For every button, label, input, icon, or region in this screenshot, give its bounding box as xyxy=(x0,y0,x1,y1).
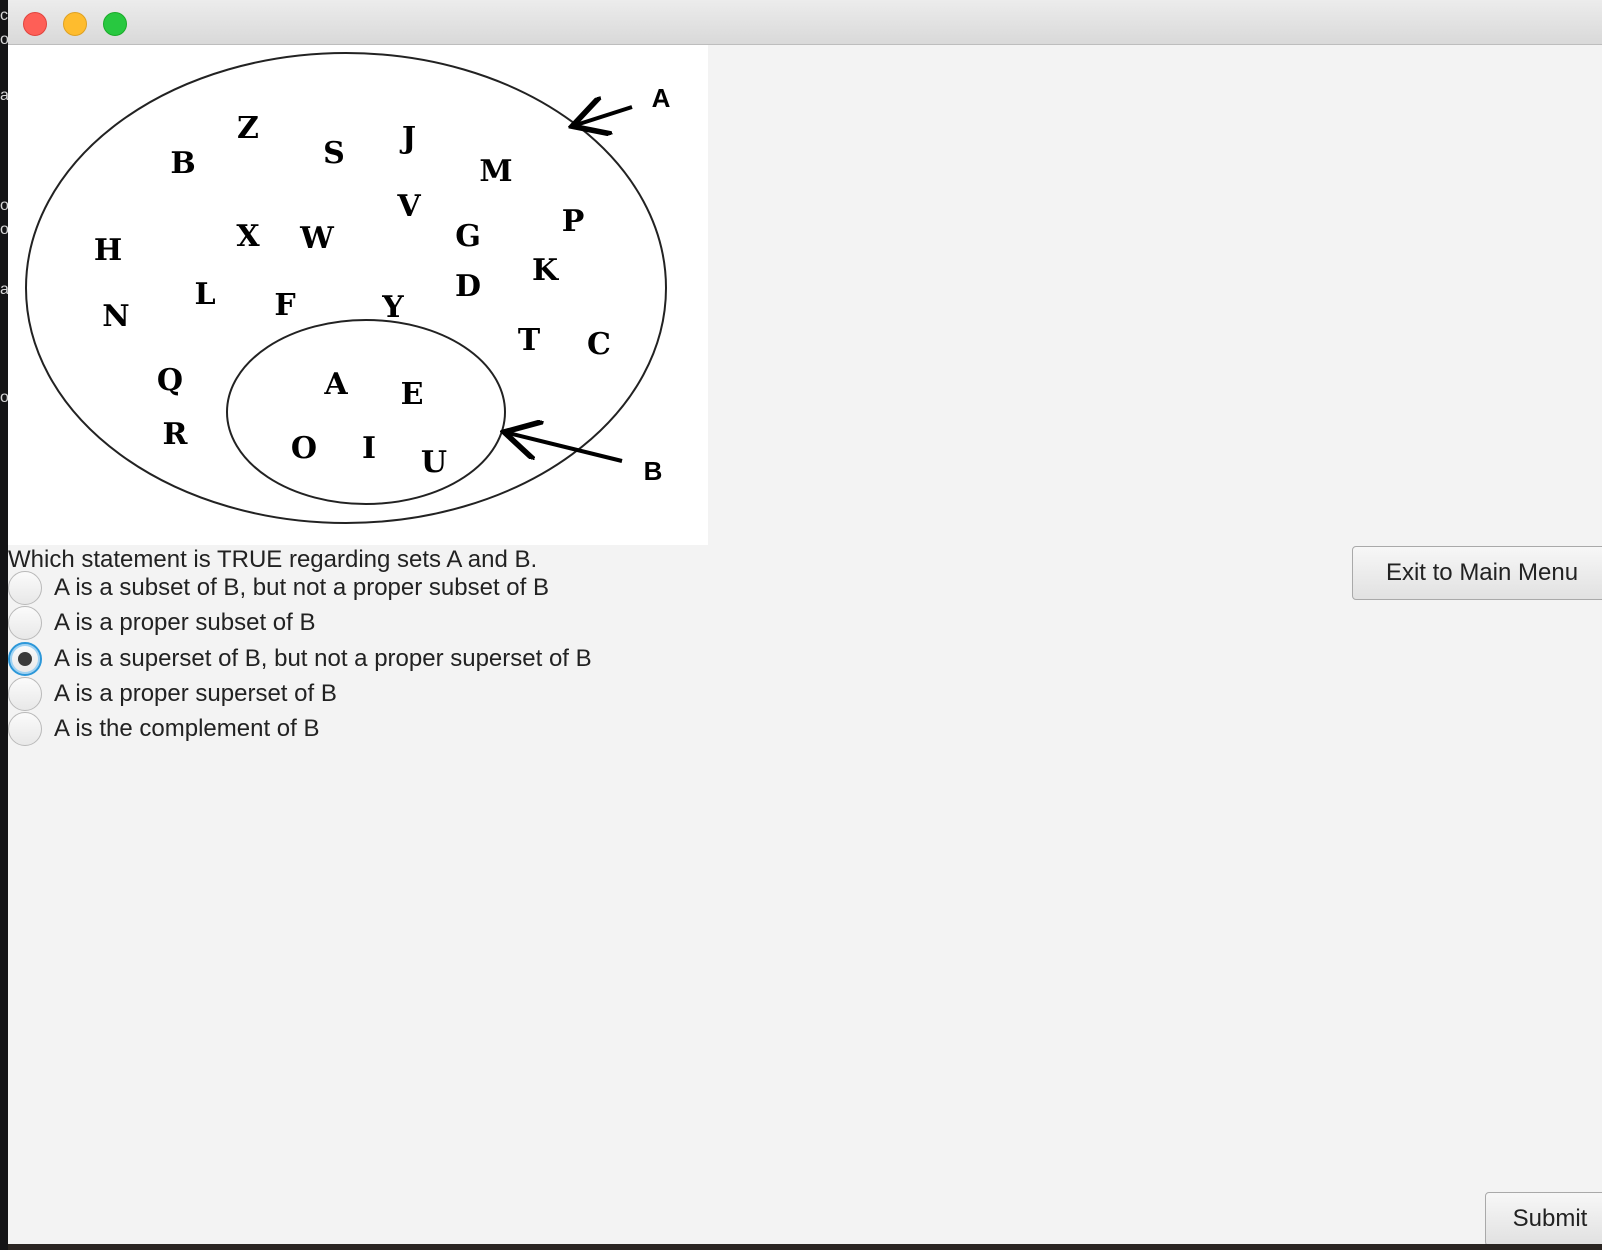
close-window-button[interactable] xyxy=(23,12,47,36)
set-element-x: X xyxy=(236,219,260,254)
radio-selected-dot xyxy=(18,652,32,666)
set-element-k: K xyxy=(532,253,559,288)
arrow-a xyxy=(576,107,633,125)
set-a-elements: Z J B S M V P H X W G K L D N F Y T C QR xyxy=(94,111,611,452)
answer-option-label: A is a superset of B, but not a proper s… xyxy=(54,645,592,672)
set-element-z: Z xyxy=(237,111,259,146)
set-element-i: I xyxy=(362,431,376,466)
answer-option-label: A is a proper superset of B xyxy=(54,680,337,707)
submit-button[interactable]: Submit xyxy=(1485,1192,1602,1244)
set-element-m: M xyxy=(479,154,512,189)
set-element-q: Q xyxy=(157,363,183,398)
desktop-background-bottom xyxy=(8,1244,1602,1250)
answer-option-label: A is a subset of B, but not a proper sub… xyxy=(54,574,549,601)
set-a-label: A xyxy=(652,83,671,113)
venn-diagram: A B Z J B S M V P H X W G K L D N F Y T C QR A E O I U xyxy=(8,45,708,545)
exit-to-main-menu-button[interactable]: Exit to Main Menu xyxy=(1352,546,1602,600)
set-element-l: L xyxy=(194,277,215,312)
set-b-ellipse xyxy=(226,319,506,505)
answer-option[interactable]: A is a subset of B, but not a proper sub… xyxy=(8,570,549,606)
answer-option[interactable]: A is a superset of B, but not a proper s… xyxy=(8,641,592,677)
set-element-j: J xyxy=(399,121,416,156)
minimize-window-button[interactable] xyxy=(63,12,87,36)
set-element-s: S xyxy=(323,136,345,171)
app-window: A B ZJBSMVPHXWGKLDNFYTCQR AEOIU Which st… xyxy=(8,0,1602,1244)
set-element-p: P xyxy=(562,204,585,239)
answer-option[interactable]: A is the complement of B xyxy=(8,711,319,747)
set-a-ellipse xyxy=(25,52,667,524)
set-element-v: V xyxy=(396,189,421,224)
answer-option-label: A is the complement of B xyxy=(54,715,320,742)
radio-button[interactable] xyxy=(8,606,42,640)
radio-button[interactable] xyxy=(8,677,42,711)
set-element-c: C xyxy=(587,327,611,362)
title-bar[interactable] xyxy=(8,0,1602,45)
radio-button[interactable] xyxy=(8,571,42,605)
set-element-f: F xyxy=(274,288,295,323)
set-element-a: A xyxy=(323,367,348,402)
set-element-r: R xyxy=(163,417,189,452)
set-element-b: B xyxy=(170,146,195,181)
set-element-w: W xyxy=(299,221,335,256)
set-b-label: B xyxy=(644,456,663,486)
arrow-b xyxy=(508,433,623,463)
set-element-d: D xyxy=(455,269,481,304)
venn-svg: A B Z J B S M V P H X W G K L D N F Y T C QR A E O I U xyxy=(25,52,671,524)
maximize-window-button[interactable] xyxy=(103,12,127,36)
set-element-t: T xyxy=(518,323,541,358)
desktop-background: coa ooao xyxy=(0,0,9,1250)
set-element-u: U xyxy=(421,445,447,480)
set-b-elements: A E O I U xyxy=(291,367,447,480)
answer-option-label: A is a proper subset of B xyxy=(54,609,316,636)
answer-option[interactable]: A is a proper subset of B xyxy=(8,605,315,641)
set-element-e: E xyxy=(401,377,424,412)
set-element-y: Y xyxy=(381,290,404,325)
set-element-h: H xyxy=(94,233,122,268)
set-element-o: O xyxy=(291,431,317,466)
set-element-g: G xyxy=(455,219,481,254)
set-element-n: N xyxy=(102,299,129,334)
answer-option[interactable]: A is a proper superset of B xyxy=(8,676,337,712)
radio-button[interactable] xyxy=(8,712,42,746)
radio-button[interactable] xyxy=(8,642,42,676)
